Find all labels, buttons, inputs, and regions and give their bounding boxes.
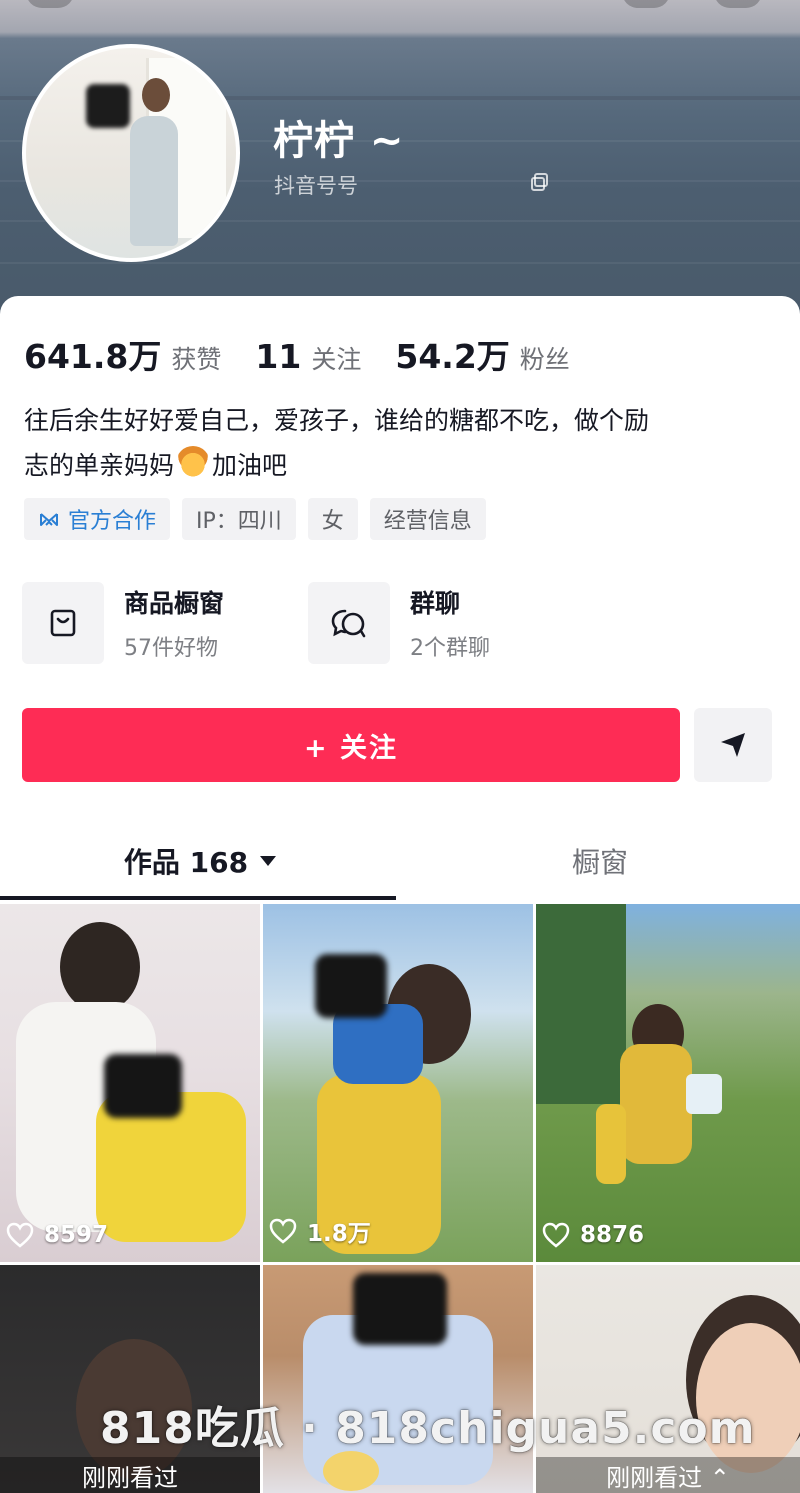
search-button[interactable] — [622, 0, 670, 8]
official-cooperation-icon — [40, 513, 58, 526]
video-thumbnail-5[interactable] — [263, 1265, 533, 1493]
tab-works[interactable]: 作品 168 — [0, 822, 400, 900]
shortcuts: 商品橱窗 57件好物 群聊 2个群聊 — [22, 582, 594, 664]
heart-icon — [6, 1222, 34, 1248]
video-thumbnail-6[interactable]: 刚刚看过 ⌃ — [536, 1265, 800, 1493]
tag-official-cooperation[interactable]: 官方合作 — [24, 498, 171, 540]
video-thumbnail-1[interactable]: 8597 — [0, 904, 260, 1262]
likes-count[interactable]: 641.8万 — [24, 330, 161, 378]
site-watermark: 818吃瓜 · 818chigua5.com — [100, 1403, 756, 1454]
video-likes: 8876 — [542, 1222, 644, 1248]
shop-window-subtitle: 57件好物 — [124, 636, 218, 661]
tab-shop-window[interactable]: 橱窗 — [400, 822, 800, 900]
profile-tabs: 作品 168 橱窗 — [0, 822, 800, 902]
woman-emoji-icon — [176, 446, 211, 480]
share-button[interactable] — [694, 708, 772, 782]
video-likes: 1.8万 — [269, 1214, 371, 1248]
followers-label: 粉丝 — [519, 345, 570, 374]
copy-icon[interactable] — [530, 172, 550, 192]
profile-tags: 官方合作 IP：四川 女 经营信息 — [24, 498, 486, 540]
profile-stats: 641.8万 获赞 11 关注 54.2万 粉丝 — [24, 330, 604, 378]
heart-icon — [542, 1222, 570, 1248]
shop-window-shortcut[interactable]: 商品橱窗 57件好物 — [22, 582, 308, 664]
group-chat-title: 群聊 — [410, 589, 461, 618]
tag-gender: 女 — [307, 498, 358, 540]
bio-line-2: 志的单亲妈妈 加油吧 — [24, 443, 776, 488]
shop-window-title: 商品橱窗 — [124, 589, 225, 618]
more-button[interactable] — [714, 0, 762, 8]
tag-business-info[interactable]: 经营信息 — [369, 498, 486, 540]
bio-line-1: 往后余生好好爱自己，爱孩子，谁给的糖都不吃，做个励 — [24, 406, 650, 435]
followers-count[interactable]: 54.2万 — [395, 330, 509, 378]
likes-label: 获赞 — [171, 345, 222, 374]
tag-ip-location: IP：四川 — [182, 498, 296, 540]
video-thumbnail-4[interactable]: 刚刚看过 — [0, 1265, 260, 1493]
group-chat-subtitle: 2个群聊 — [410, 636, 490, 661]
recently-viewed-label: 刚刚看过 ⌃ — [536, 1457, 800, 1493]
bio: 往后余生好好爱自己，爱孩子，谁给的糖都不吃，做个励 志的单亲妈妈 加油吧 — [24, 398, 776, 488]
group-chat-icon — [331, 609, 366, 638]
username: 柠柠 ~ — [273, 118, 405, 164]
heart-icon — [269, 1218, 297, 1244]
send-arrow-icon — [721, 733, 745, 757]
active-tab-indicator — [0, 896, 396, 900]
douyin-id: 抖音号号 — [274, 174, 358, 198]
back-button[interactable] — [26, 0, 74, 8]
video-thumbnail-2[interactable]: 1.8万 — [263, 904, 533, 1262]
caret-down-icon — [260, 856, 277, 866]
group-chat-shortcut[interactable]: 群聊 2个群聊 — [308, 582, 594, 664]
shopping-bag-icon — [50, 609, 76, 637]
following-label: 关注 — [311, 345, 362, 374]
following-count[interactable]: 11 — [255, 337, 301, 376]
recently-viewed-label: 刚刚看过 — [0, 1457, 260, 1493]
video-likes: 8597 — [6, 1222, 108, 1248]
avatar[interactable] — [22, 44, 240, 262]
follow-button[interactable]: + 关注 — [22, 708, 680, 782]
video-thumbnail-3[interactable]: 8876 — [536, 904, 800, 1262]
